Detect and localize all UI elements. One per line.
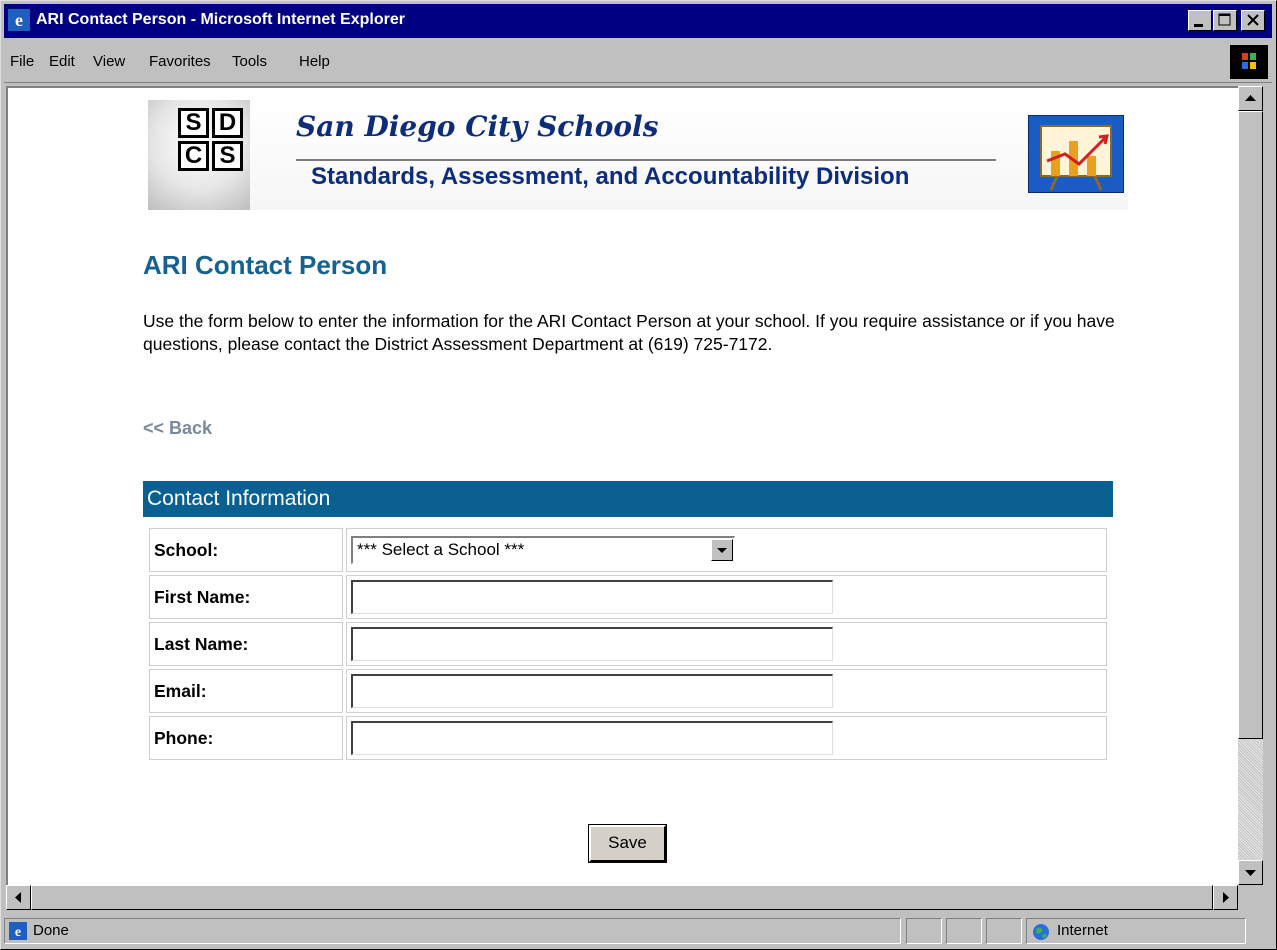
back-link[interactable]: << Back [143,418,212,439]
arrow-down-icon [1245,870,1256,876]
horizontal-scroll-thumb[interactable] [31,885,1213,910]
intro-text: Use the form below to enter the informat… [143,311,1115,354]
contact-form-table: School: *** Select a School *** First Na… [146,525,1110,763]
field-label: School: [149,528,343,572]
status-pane-empty [986,918,1022,944]
header-banner: S D C S San Diego City Schools Standards… [148,100,1128,210]
status-bar: e Done Internet [4,914,1272,946]
maximize-icon [1218,13,1231,26]
save-button[interactable]: Save [588,824,667,863]
form-row-phone: Phone: [149,716,1107,760]
sdcs-logo: S D C S [148,100,250,210]
svg-text:e: e [15,925,21,940]
menu-favorites[interactable]: Favorites [149,53,211,70]
minimize-icon [1194,24,1203,27]
email-input[interactable] [351,674,833,708]
window-title: ARI Contact Person - Microsoft Internet … [36,11,405,28]
scroll-up-button[interactable] [1238,86,1263,111]
logo-letter: S [178,108,209,138]
scroll-down-button[interactable] [1238,860,1263,885]
maximize-button[interactable] [1213,10,1237,31]
form-row-school: School: *** Select a School *** [149,528,1107,572]
scroll-left-button[interactable] [6,885,31,910]
windows-logo-throbber [1230,45,1268,79]
security-zone-label: Internet [1057,922,1108,939]
arrow-up-icon [1245,95,1256,101]
window-controls [1188,10,1268,32]
globe-icon [1033,924,1049,940]
vertical-scroll-thumb[interactable] [1238,111,1263,739]
field-label: Email: [149,669,343,713]
banner-divider [296,159,996,161]
browser-window: e ARI Contact Person - Microsoft Interne… [0,0,1277,950]
horizontal-scrollbar[interactable] [6,885,1238,910]
first-name-input[interactable] [351,580,833,614]
status-main-pane: e Done [4,918,901,944]
internet-explorer-icon: e [8,9,30,31]
last-name-input[interactable] [351,627,833,661]
page-title: ARI Contact Person [143,250,388,280]
svg-text:e: e [15,10,23,30]
logo-letter: C [178,141,209,171]
menu-edit[interactable]: Edit [49,53,75,70]
logo-letter: D [212,108,243,138]
division-name: Standards, Assessment, and Accountabilit… [311,163,910,190]
page-viewport: S D C S San Diego City Schools Standards… [6,86,1238,885]
form-row-email: Email: [149,669,1107,713]
phone-input[interactable] [351,721,833,755]
status-pane-empty [946,918,982,944]
menu-view[interactable]: View [93,53,125,70]
windows-logo-icon [1242,53,1256,69]
menu-tools[interactable]: Tools [232,53,267,70]
field-label: Last Name: [149,622,343,666]
security-zone-pane: Internet [1026,918,1246,944]
menu-help[interactable]: Help [299,53,330,70]
vertical-scrollbar[interactable] [1238,86,1263,885]
status-text: Done [33,922,69,939]
field-label: First Name: [149,575,343,619]
field-label: Phone: [149,716,343,760]
arrow-right-icon [1223,892,1229,903]
scroll-right-button[interactable] [1213,885,1238,910]
chevron-down-icon [717,548,727,553]
menu-bar: File Edit View Favorites Tools Help [4,42,1272,83]
school-select[interactable]: *** Select a School *** [351,536,735,564]
district-name: San Diego City Schools [296,110,659,143]
logo-letter: S [212,141,243,171]
status-pane-empty [906,918,942,944]
chart-logo-icon [1028,115,1124,193]
menu-file[interactable]: File [10,53,34,70]
close-button[interactable] [1241,10,1265,31]
page-done-icon: e [9,922,27,940]
arrow-left-icon [15,892,21,903]
scrollbar-corner [1238,885,1263,910]
form-row-last-name: Last Name: [149,622,1107,666]
section-header: Contact Information [143,481,1113,517]
close-icon [1247,14,1259,26]
title-bar[interactable]: e ARI Contact Person - Microsoft Interne… [4,4,1272,38]
school-select-value: *** Select a School *** [357,540,525,559]
dropdown-arrow-button[interactable] [711,539,733,561]
form-row-first-name: First Name: [149,575,1107,619]
minimize-button[interactable] [1188,10,1212,31]
